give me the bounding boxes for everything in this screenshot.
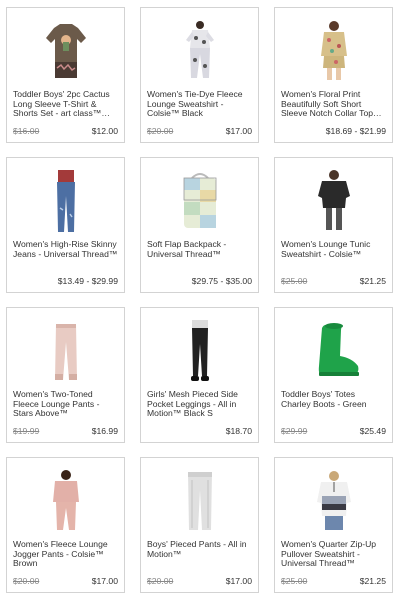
price-row: $16.00 $12.00 [13, 126, 118, 137]
tunic-sweatshirt-image[interactable] [304, 168, 364, 234]
sale-price: $18.70 [225, 426, 252, 436]
product-card[interactable]: Women's Floral Print Beautifully Soft Sh… [274, 7, 393, 143]
price-row: $25.00 $21.25 [281, 576, 386, 587]
product-card[interactable]: Women's Quarter Zip-Up Pullover Sweatshi… [274, 457, 393, 593]
product-title[interactable]: Women's Tie-Dye Fleece Lounge Sweatshirt… [147, 90, 252, 119]
product-card[interactable]: Toddler Boys' Totes Charley Boots - Gree… [274, 307, 393, 443]
sale-price: $29.75 - $35.00 [191, 276, 252, 286]
green-rain-boot-image[interactable] [304, 318, 364, 384]
price-row: $20.00 $17.00 [147, 126, 252, 137]
product-card[interactable]: Women's Two-Toned Fleece Lounge Pants - … [6, 307, 125, 443]
price-row: $29.75 - $35.00 [147, 276, 252, 287]
floral-pajama-image[interactable] [304, 18, 364, 84]
sale-price: $16.99 [91, 426, 118, 436]
fleece-jogger-image[interactable] [36, 468, 96, 534]
sale-price: $17.00 [225, 576, 252, 586]
product-card[interactable]: Toddler Boys' 2pc Cactus Long Sleeve T-S… [6, 7, 125, 143]
price-row: $20.00 $17.00 [13, 576, 118, 587]
sale-price: $17.00 [91, 576, 118, 586]
price-row: $18.70 [147, 426, 252, 437]
original-price: $20.00 [147, 576, 174, 586]
original-price: $19.99 [13, 426, 40, 436]
product-title[interactable]: Girls' Mesh Pieced Side Pocket Leggings … [147, 390, 252, 419]
original-price: $20.00 [13, 576, 40, 586]
price-row: $20.00 $17.00 [147, 576, 252, 587]
original-price: $25.00 [281, 276, 308, 286]
product-card[interactable]: Boys' Pieced Pants - All in Motion™ $20.… [140, 457, 259, 593]
cactus-tee-set-image[interactable] [36, 18, 96, 84]
pink-lounge-pants-image[interactable] [36, 318, 96, 384]
grey-pants-image[interactable] [170, 468, 230, 534]
product-card[interactable]: Soft Flap Backpack - Universal Thread™ $… [140, 157, 259, 293]
product-title[interactable]: Women's High-Rise Skinny Jeans - Univers… [13, 240, 118, 259]
sale-price: $25.49 [359, 426, 386, 436]
product-title[interactable]: Boys' Pieced Pants - All in Motion™ [147, 540, 252, 559]
sale-price: $21.25 [359, 576, 386, 586]
product-card[interactable]: Women's Fleece Lounge Jogger Pants - Col… [6, 457, 125, 593]
product-title[interactable]: Women's Quarter Zip-Up Pullover Sweatshi… [281, 540, 386, 569]
product-card[interactable]: Girls' Mesh Pieced Side Pocket Leggings … [140, 307, 259, 443]
product-card[interactable]: Women's Lounge Tunic Sweatshirt - Colsie… [274, 157, 393, 293]
price-row: $25.00 $21.25 [281, 276, 386, 287]
price-row: $13.49 - $29.99 [13, 276, 118, 287]
price-row: $19.99 $16.99 [13, 426, 118, 437]
product-title[interactable]: Women's Lounge Tunic Sweatshirt - Colsie… [281, 240, 386, 259]
original-price: $20.00 [147, 126, 174, 136]
sale-price: $21.25 [359, 276, 386, 286]
sale-price: $13.49 - $29.99 [57, 276, 118, 286]
skinny-jeans-image[interactable] [36, 168, 96, 234]
sale-price: $12.00 [91, 126, 118, 136]
original-price: $29.99 [281, 426, 308, 436]
patchwork-backpack-image[interactable] [170, 168, 230, 234]
product-title[interactable]: Toddler Boys' Totes Charley Boots - Gree… [281, 390, 386, 409]
product-card[interactable]: Women's High-Rise Skinny Jeans - Univers… [6, 157, 125, 293]
product-title[interactable]: Women's Two-Toned Fleece Lounge Pants - … [13, 390, 118, 419]
product-title[interactable]: Toddler Boys' 2pc Cactus Long Sleeve T-S… [13, 90, 118, 119]
tie-dye-lounge-set-image[interactable] [170, 18, 230, 84]
product-title[interactable]: Soft Flap Backpack - Universal Thread™ [147, 240, 252, 259]
sale-price: $18.69 - $21.99 [325, 126, 386, 136]
quarter-zip-pullover-image[interactable] [304, 468, 364, 534]
original-price: $16.00 [13, 126, 40, 136]
price-row: $29.99 $25.49 [281, 426, 386, 437]
product-title[interactable]: Women's Floral Print Beautifully Soft Sh… [281, 90, 386, 119]
product-title[interactable]: Women's Fleece Lounge Jogger Pants - Col… [13, 540, 118, 569]
original-price: $25.00 [281, 576, 308, 586]
product-card[interactable]: Women's Tie-Dye Fleece Lounge Sweatshirt… [140, 7, 259, 143]
sale-price: $17.00 [225, 126, 252, 136]
black-leggings-image[interactable] [170, 318, 230, 384]
price-row: $18.69 - $21.99 [281, 126, 386, 137]
